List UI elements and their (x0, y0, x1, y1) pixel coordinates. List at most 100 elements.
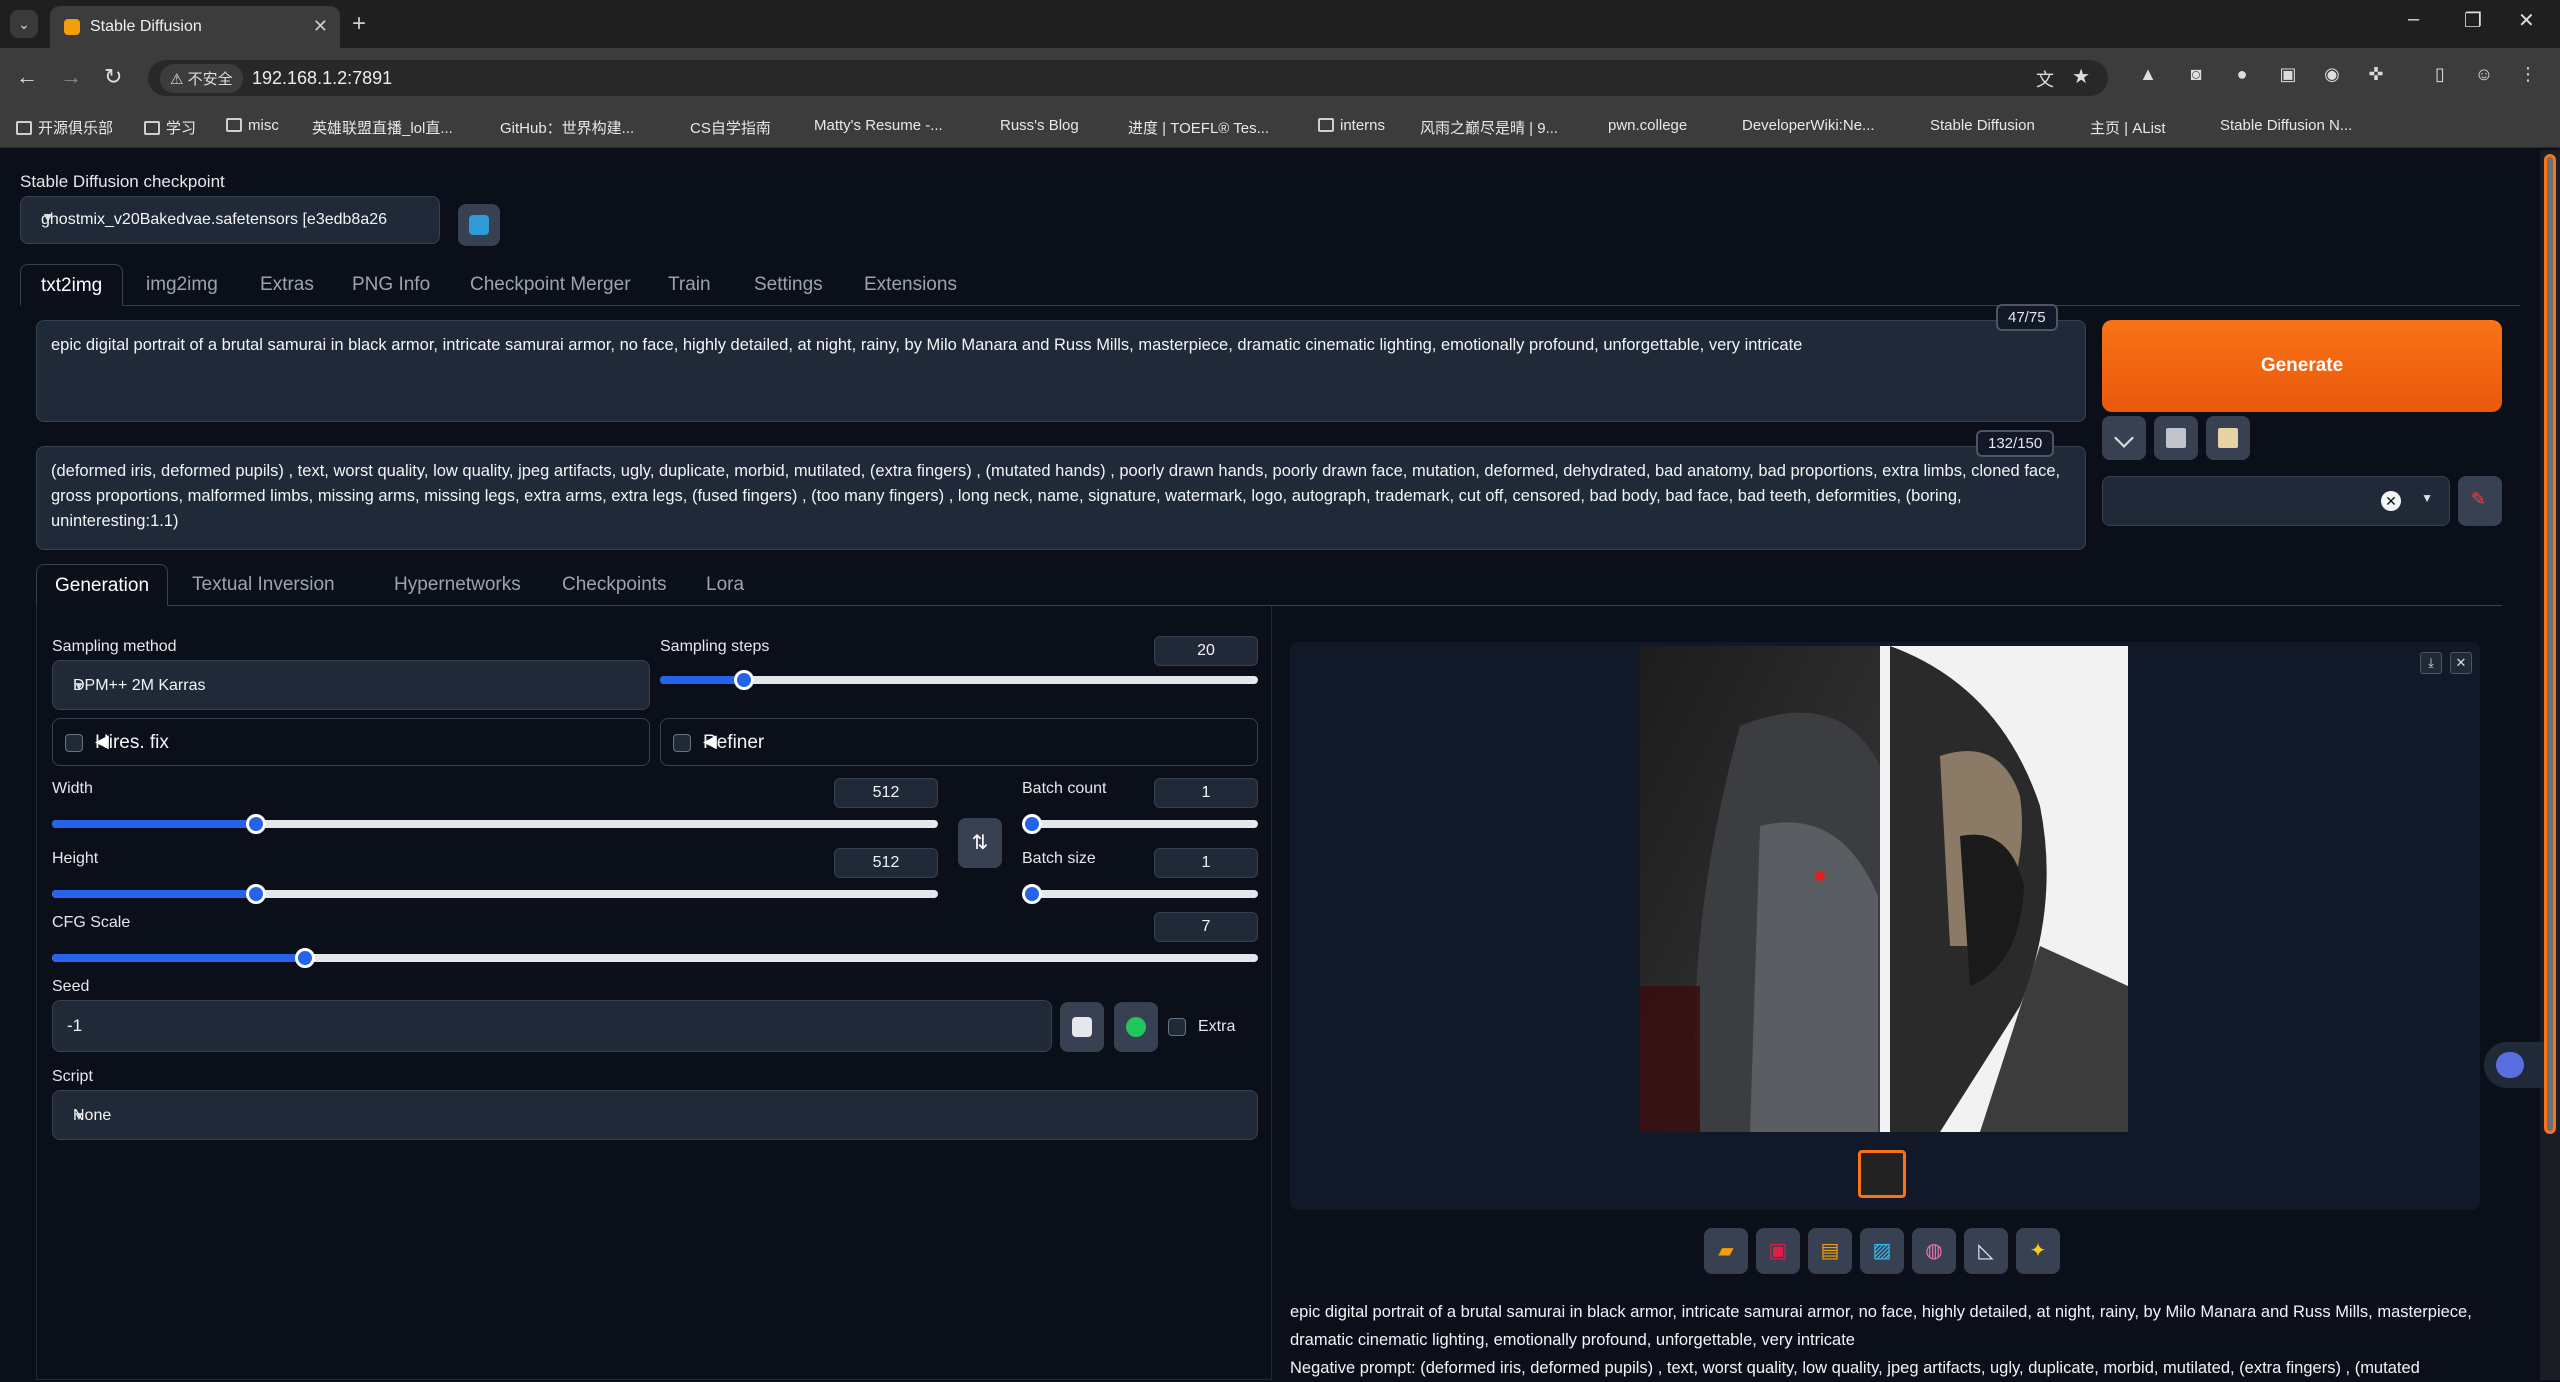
generated-image[interactable] (1640, 646, 2128, 1132)
forward-icon[interactable]: → (60, 64, 82, 90)
insecure-badge[interactable]: ⚠ 不安全 (160, 64, 243, 93)
tab-img2img[interactable]: img2img (126, 264, 238, 306)
tab-lora[interactable]: Lora (688, 564, 762, 606)
cfg-scale-slider[interactable] (52, 948, 1258, 968)
upscale-button[interactable]: ✦ (2016, 1228, 2060, 1274)
batch-size-slider[interactable] (1022, 884, 1258, 904)
profile-avatar-icon[interactable]: ☺ (2472, 64, 2496, 88)
clear-icon[interactable]: ✕ (2381, 491, 2401, 511)
address-bar[interactable]: ⚠ 不安全 192.168.1.2:7891 文 ★ (148, 60, 2108, 96)
hires-fix-accordion[interactable]: Hires. fix ◀ (52, 718, 650, 766)
bookmark-item[interactable]: DeveloperWiki:Ne... (1742, 117, 1875, 134)
tab-checkpoints[interactable]: Checkpoints (544, 564, 685, 606)
bookmark-item[interactable]: GitHub：世界构建... (500, 117, 634, 138)
scrollbar-thumb[interactable] (2544, 154, 2556, 1134)
tab-checkpoint-merger[interactable]: Checkpoint Merger (450, 264, 651, 306)
download-icon[interactable]: ⤓ (2420, 652, 2442, 674)
send-to-img2img-button[interactable]: ▨ (1860, 1228, 1904, 1274)
styles-dropdown[interactable]: ✕ ▼ (2102, 476, 2450, 526)
sampling-method-dropdown[interactable]: DPM++ 2M Karras ▼ (52, 660, 650, 710)
prompt-textarea[interactable]: epic digital portrait of a brutal samura… (36, 320, 2086, 422)
tab-hypernetworks[interactable]: Hypernetworks (376, 564, 539, 606)
sampling-steps-input[interactable]: 20 (1154, 636, 1258, 666)
save-button[interactable]: ▣ (1756, 1228, 1800, 1274)
bookmark-item[interactable]: Matty's Resume -... (814, 117, 943, 134)
extra-seed-checkbox[interactable] (1168, 1018, 1186, 1036)
batch-count-slider[interactable] (1022, 814, 1258, 834)
batch-count-input[interactable]: 1 (1154, 778, 1258, 808)
bookmark-item[interactable]: 风雨之巅尽是晴 | 9... (1420, 117, 1558, 138)
minimize-icon[interactable]: – (2408, 8, 2419, 31)
send-to-inpaint-button[interactable]: ◍ (1912, 1228, 1956, 1274)
translate-icon[interactable]: 文 (2036, 66, 2054, 92)
tab-search-icon[interactable]: ⌄ (10, 10, 38, 38)
height-slider[interactable] (52, 884, 938, 904)
bookmark-item[interactable]: pwn.college (1608, 117, 1687, 134)
tab-train[interactable]: Train (648, 264, 731, 306)
tab-extensions[interactable]: Extensions (844, 264, 977, 306)
bookmark-item[interactable]: Stable Diffusion N... (2220, 117, 2352, 134)
negative-prompt-textarea[interactable]: (deformed iris, deformed pupils) , text,… (36, 446, 2086, 550)
generate-button[interactable]: Generate (2102, 320, 2502, 412)
collapse-triangle-icon[interactable]: ◀ (703, 731, 1241, 752)
tab-png-info[interactable]: PNG Info (332, 264, 450, 306)
bookmark-item[interactable]: misc (226, 117, 279, 134)
swap-dimensions-button[interactable]: ⇅ (958, 818, 1002, 868)
browser-tab[interactable]: Stable Diffusion ✕ (50, 6, 340, 48)
tab-generation[interactable]: Generation (36, 564, 169, 606)
apply-style-button[interactable] (2206, 416, 2250, 460)
height-input[interactable]: 512 (834, 848, 938, 878)
reuse-seed-button[interactable] (1114, 1002, 1158, 1052)
url-text[interactable]: 192.168.1.2:7891 (252, 68, 392, 89)
bookmark-item[interactable]: 英雄联盟直播_lol直... (312, 117, 453, 138)
slider-handle[interactable] (245, 814, 266, 834)
refiner-checkbox[interactable] (673, 734, 691, 752)
browser-menu-icon[interactable]: ⋮ (2516, 64, 2540, 88)
bookmark-item[interactable]: CS自学指南 (690, 117, 771, 138)
clear-prompt-button[interactable] (2154, 416, 2198, 460)
bookmark-item[interactable]: 主页 | AList (2090, 117, 2166, 138)
random-seed-button[interactable] (1060, 1002, 1104, 1052)
back-icon[interactable]: ← (16, 64, 38, 90)
tab-settings[interactable]: Settings (734, 264, 843, 306)
open-folder-button[interactable]: ▰ (1704, 1228, 1748, 1274)
extension-icon[interactable]: ▲ (2136, 64, 2160, 88)
bookmark-item[interactable]: 开源俱乐部 (16, 117, 113, 138)
tab-txt2img[interactable]: txt2img (20, 264, 124, 306)
batch-size-input[interactable]: 1 (1154, 848, 1258, 878)
slider-handle[interactable] (245, 884, 266, 904)
slider-handle[interactable] (1022, 884, 1042, 904)
send-to-extras-button[interactable]: ◺ (1964, 1228, 2008, 1274)
script-dropdown[interactable]: None ▼ (52, 1090, 1258, 1140)
checkpoint-dropdown[interactable]: ghostmix_v20Bakedvae.safetensors [e3edb8… (20, 196, 440, 244)
bookmark-item[interactable]: Russ's Blog (1000, 117, 1079, 134)
close-tab-icon[interactable]: ✕ (313, 16, 328, 37)
refiner-accordion[interactable]: Refiner ◀ (660, 718, 1258, 766)
restore-icon[interactable]: ❐ (2464, 8, 2482, 33)
extension-icon[interactable]: ◉ (2320, 64, 2344, 88)
page-scrollbar[interactable] (2540, 150, 2560, 1380)
gallery-thumbnail[interactable] (1858, 1150, 1906, 1198)
extensions-puzzle-icon[interactable]: ✜ (2364, 64, 2388, 88)
read-params-button[interactable] (2102, 416, 2146, 460)
zip-button[interactable]: ▤ (1808, 1228, 1852, 1274)
new-tab-icon[interactable]: + (352, 10, 366, 38)
tab-textual-inversion[interactable]: Textual Inversion (174, 564, 353, 606)
extension-icon[interactable]: ● (2230, 64, 2254, 88)
reload-icon[interactable]: ↻ (104, 64, 122, 90)
seed-input[interactable]: -1 (52, 1000, 1052, 1052)
extension-icon[interactable]: ◙ (2184, 64, 2208, 88)
width-slider[interactable] (52, 814, 938, 834)
bookmark-item[interactable]: 学习 (144, 117, 196, 138)
sampling-steps-slider[interactable] (660, 670, 1258, 690)
cfg-scale-input[interactable]: 7 (1154, 912, 1258, 942)
slider-handle[interactable] (1022, 814, 1042, 834)
refresh-checkpoint-button[interactable] (458, 204, 500, 246)
bookmark-star-icon[interactable]: ★ (2072, 64, 2090, 89)
slider-handle[interactable] (733, 670, 754, 690)
hires-fix-checkbox[interactable] (65, 734, 83, 752)
close-window-icon[interactable]: ✕ (2518, 8, 2535, 33)
bookmark-item[interactable]: 进度 | TOEFL® Tes... (1128, 117, 1269, 138)
tab-extras[interactable]: Extras (240, 264, 334, 306)
collapse-triangle-icon[interactable]: ◀ (95, 731, 633, 752)
